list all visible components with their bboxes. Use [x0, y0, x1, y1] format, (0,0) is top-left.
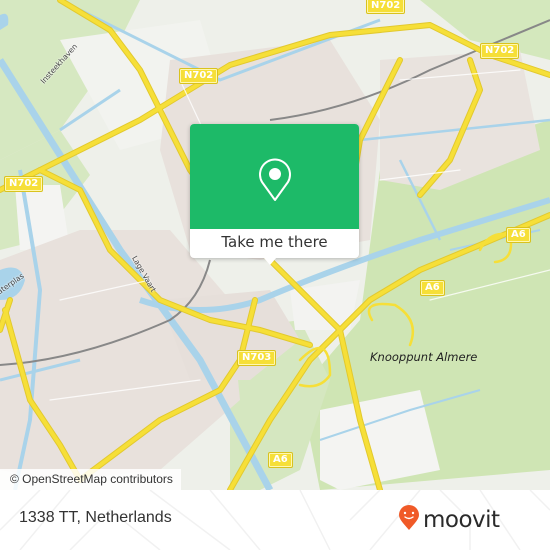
road-shield: N702 — [365, 0, 406, 14]
road-shield: A6 — [268, 452, 293, 468]
road-shield: A6 — [420, 280, 445, 296]
moovit-wordmark: moovit — [423, 507, 500, 533]
footer-bar: 1338 TT, Netherlands moovit — [0, 490, 550, 550]
road-shield: A6 — [506, 227, 531, 243]
map-view[interactable]: N702 N702 N702 N702 A6 A6 A6 N703 Knoopp… — [0, 0, 550, 490]
location-popup: Take me there — [190, 124, 359, 265]
moovit-pin-smile-icon — [398, 505, 420, 535]
take-me-there-button[interactable]: Take me there — [190, 229, 359, 258]
road-shield: N702 — [3, 176, 44, 192]
road-shield: N703 — [236, 350, 277, 366]
osm-attribution[interactable]: © OpenStreetMap contributors — [0, 469, 181, 490]
road-shield: N702 — [479, 43, 520, 59]
road-shield: N702 — [178, 68, 219, 84]
moovit-logo[interactable]: moovit — [398, 504, 500, 536]
popup-pointer — [263, 257, 277, 265]
place-label-knooppunt-almere: Knooppunt Almere — [370, 350, 478, 364]
popup-header — [190, 124, 359, 229]
address-text: 1338 TT, Netherlands — [19, 509, 172, 526]
